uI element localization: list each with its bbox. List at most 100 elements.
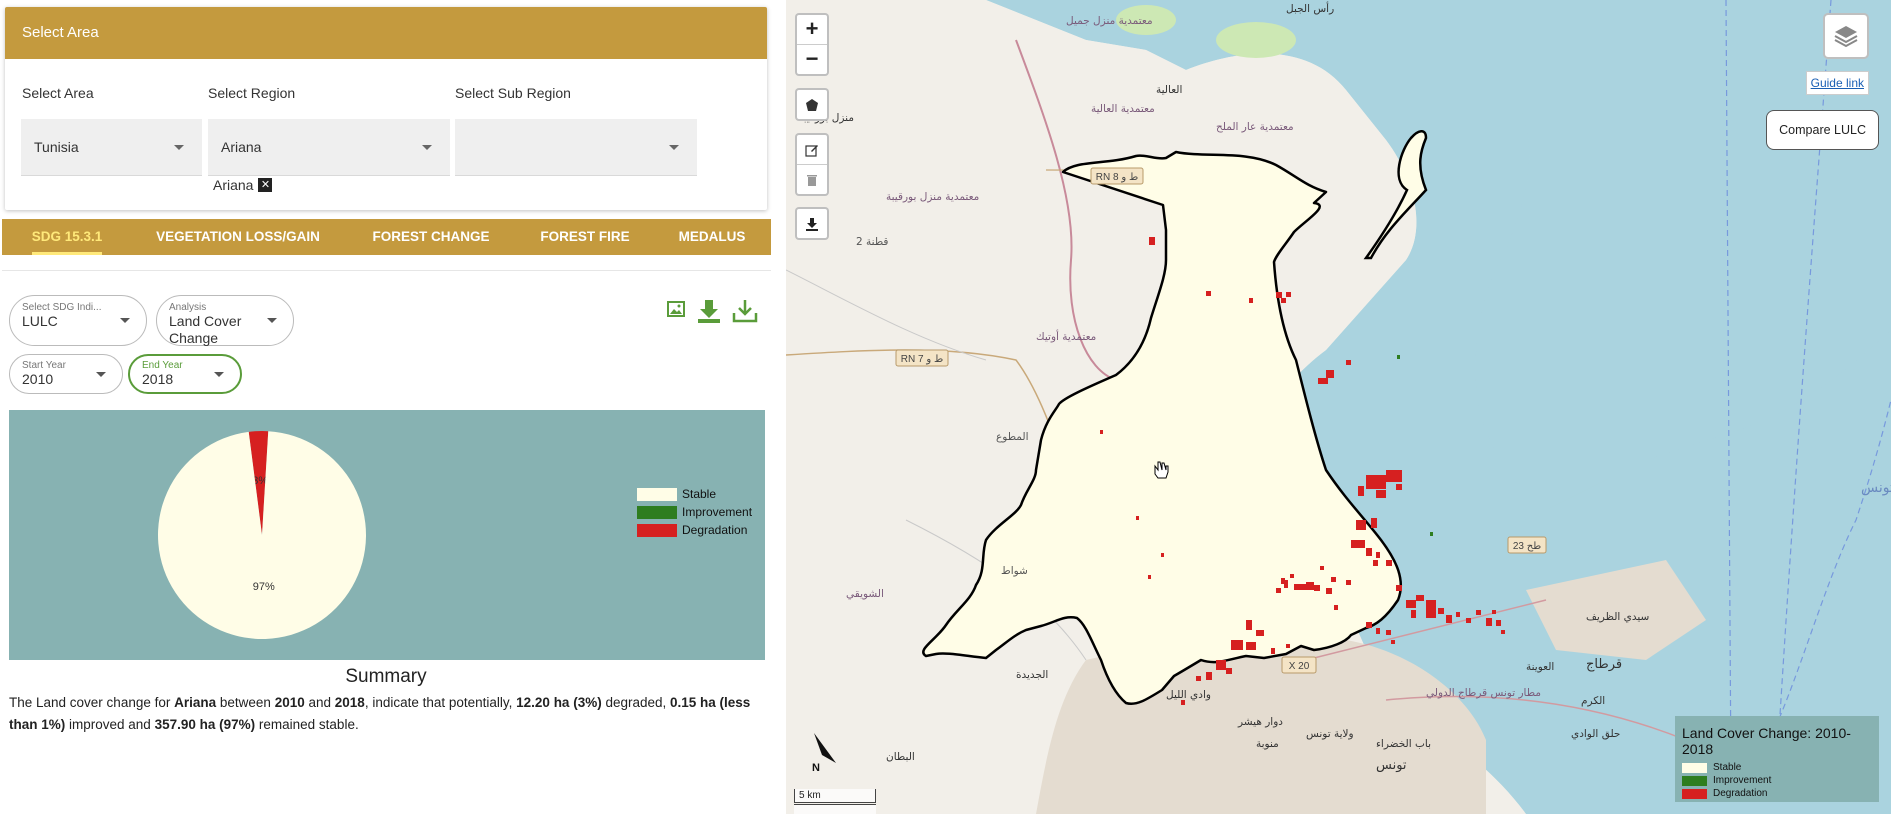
subregion-select[interactable]: [455, 119, 697, 176]
legend-swatch-degradation: [637, 524, 677, 537]
summary-stable: 357.90 ha (97%): [154, 716, 256, 732]
end-year-select[interactable]: End Year 2018: [128, 354, 242, 394]
edit-layers-button[interactable]: [797, 135, 827, 164]
legend-label-stable: Stable: [682, 487, 716, 501]
summary-part: and: [304, 695, 335, 710]
place-label: معتمدية أوتيك: [1036, 329, 1096, 343]
chevron-down-icon: [669, 145, 679, 150]
chip-remove-icon[interactable]: ✕: [258, 178, 273, 192]
legend-swatch: [1682, 788, 1707, 799]
end-year-value: 2018: [142, 371, 174, 387]
area-select[interactable]: Tunisia: [21, 119, 202, 176]
analysis-select[interactable]: Analysis Land Cover Change: [156, 295, 294, 346]
chevron-down-icon: [267, 318, 277, 323]
place-label: معتمدية العالية: [1091, 103, 1155, 115]
scale-bar: 5 km: [794, 789, 876, 803]
legend-label: Degradation: [1713, 788, 1768, 799]
layers-icon: [1834, 26, 1858, 48]
north-arrow: N: [812, 733, 838, 778]
place-label: رأس الجبل: [1286, 1, 1334, 15]
summary-degraded: 12.20 ha (3%): [516, 695, 602, 710]
place-label: ولاية تونس: [1306, 728, 1354, 740]
end-year-label: End Year: [142, 360, 183, 371]
road-label: 23 طح: [1513, 541, 1541, 552]
compare-lulc-button[interactable]: Compare LULC: [1766, 110, 1879, 150]
place-label: حلق الوادي: [1571, 728, 1620, 740]
trash-icon: [807, 174, 817, 186]
chevron-down-icon: [174, 145, 184, 150]
map-view[interactable]: RN 8 ط و RN 7 ط و 23 طح X 20 رأس الجبل م…: [786, 0, 1891, 814]
place-label: معتمدية منزل جميل: [1066, 15, 1153, 27]
summary-region: Ariana: [174, 695, 217, 710]
legend-swatch: [1682, 775, 1707, 786]
left-panel: Select Area Select Area Select Region Se…: [0, 0, 772, 814]
place-label: منوبة: [1256, 738, 1279, 750]
place-label: العالية: [1156, 84, 1182, 96]
place-label: تونس: [1376, 758, 1407, 773]
selected-region-chip: Ariana ✕: [213, 177, 273, 193]
polygon-icon: [806, 98, 818, 111]
pie-label-stable: 97%: [253, 581, 275, 593]
export-download-icon[interactable]: [731, 298, 759, 329]
summary-part: The Land cover change for: [9, 695, 175, 710]
place-label: البطان: [886, 751, 915, 763]
area-select-value: Tunisia: [34, 139, 79, 155]
tab-forest-fire[interactable]: FOREST FIRE: [532, 219, 638, 255]
start-year-select[interactable]: Start Year 2010: [9, 354, 123, 394]
lulc-pie-chart: 3% 97% Stable Improvement Degradation: [9, 410, 765, 660]
start-year-label: Start Year: [22, 360, 66, 371]
zoom-in-button[interactable]: +: [797, 15, 827, 44]
region-select[interactable]: Ariana: [208, 119, 450, 176]
zoom-control: + −: [795, 13, 829, 76]
analysis-value-line2: Change: [169, 330, 219, 346]
active-tab-indicator: [32, 252, 102, 255]
map-legend-item: Degradation: [1682, 788, 1872, 799]
place-label: دوار هيشر: [1237, 716, 1283, 728]
download-icon[interactable]: [695, 298, 723, 329]
place-label: شواط: [1001, 565, 1028, 577]
place-label: تونس: [1861, 480, 1891, 496]
sdg-indicator-label: Select SDG Indi...: [22, 302, 102, 313]
place-label: قطنة 2: [856, 236, 888, 248]
guide-link[interactable]: Guide link: [1805, 71, 1869, 95]
delete-layers-button[interactable]: [797, 165, 827, 194]
tab-forest-change[interactable]: FOREST CHANGE: [368, 219, 494, 255]
map-legend-item: Improvement: [1682, 775, 1872, 786]
place-label: وادي الليل: [1166, 689, 1211, 701]
download-map-control: [795, 207, 829, 240]
legend-swatch-stable: [637, 488, 677, 501]
layers-button[interactable]: [1823, 13, 1869, 59]
legend-label: Improvement: [1713, 775, 1772, 786]
image-icon[interactable]: [665, 298, 687, 325]
place-label: الشويقي: [846, 588, 884, 600]
legend-label-improvement: Improvement: [682, 505, 753, 519]
place-label: قرطاج: [1586, 657, 1622, 672]
place-label: الكرم: [1581, 695, 1605, 707]
download-map-button[interactable]: [797, 209, 827, 238]
summary-part: degraded,: [601, 695, 671, 710]
draw-polygon-control: [795, 88, 829, 121]
pie-chart-svg: 3%97%StableImprovementDegradation: [157, 431, 753, 639]
chevron-down-icon: [214, 372, 224, 377]
chevron-down-icon: [120, 318, 130, 323]
tab-vegetation-loss-gain[interactable]: VEGETATION LOSS/GAIN: [152, 219, 324, 255]
legend-label: Stable: [1713, 762, 1742, 773]
select-area-header: Select Area: [5, 7, 767, 59]
select-area-label: Select Area: [22, 85, 94, 101]
summary-end-year: 2018: [334, 695, 365, 710]
summary-part: remained stable.: [255, 716, 359, 732]
select-subregion-label: Select Sub Region: [455, 85, 571, 101]
draw-polygon-button[interactable]: [797, 90, 827, 119]
select-region-label: Select Region: [208, 85, 296, 101]
place-label: معتمدية عار الملح: [1216, 121, 1294, 133]
select-area-card: Select Area Select Area Select Region Se…: [5, 7, 767, 210]
legend-swatch-improvement: [637, 506, 677, 519]
place-label: العوينة: [1526, 661, 1554, 673]
summary-part: improved and: [65, 716, 155, 732]
tab-medalus[interactable]: MEDALUS: [670, 219, 754, 255]
sdg-indicator-select[interactable]: Select SDG Indi... LULC: [9, 295, 147, 346]
place-label: باب الخضراء: [1376, 738, 1431, 750]
zoom-out-button[interactable]: −: [797, 45, 827, 74]
tab-sdg-15-3-1[interactable]: SDG 15.3.1: [16, 219, 118, 255]
place-label: معتمدية منزل بورقيبة: [886, 191, 979, 203]
